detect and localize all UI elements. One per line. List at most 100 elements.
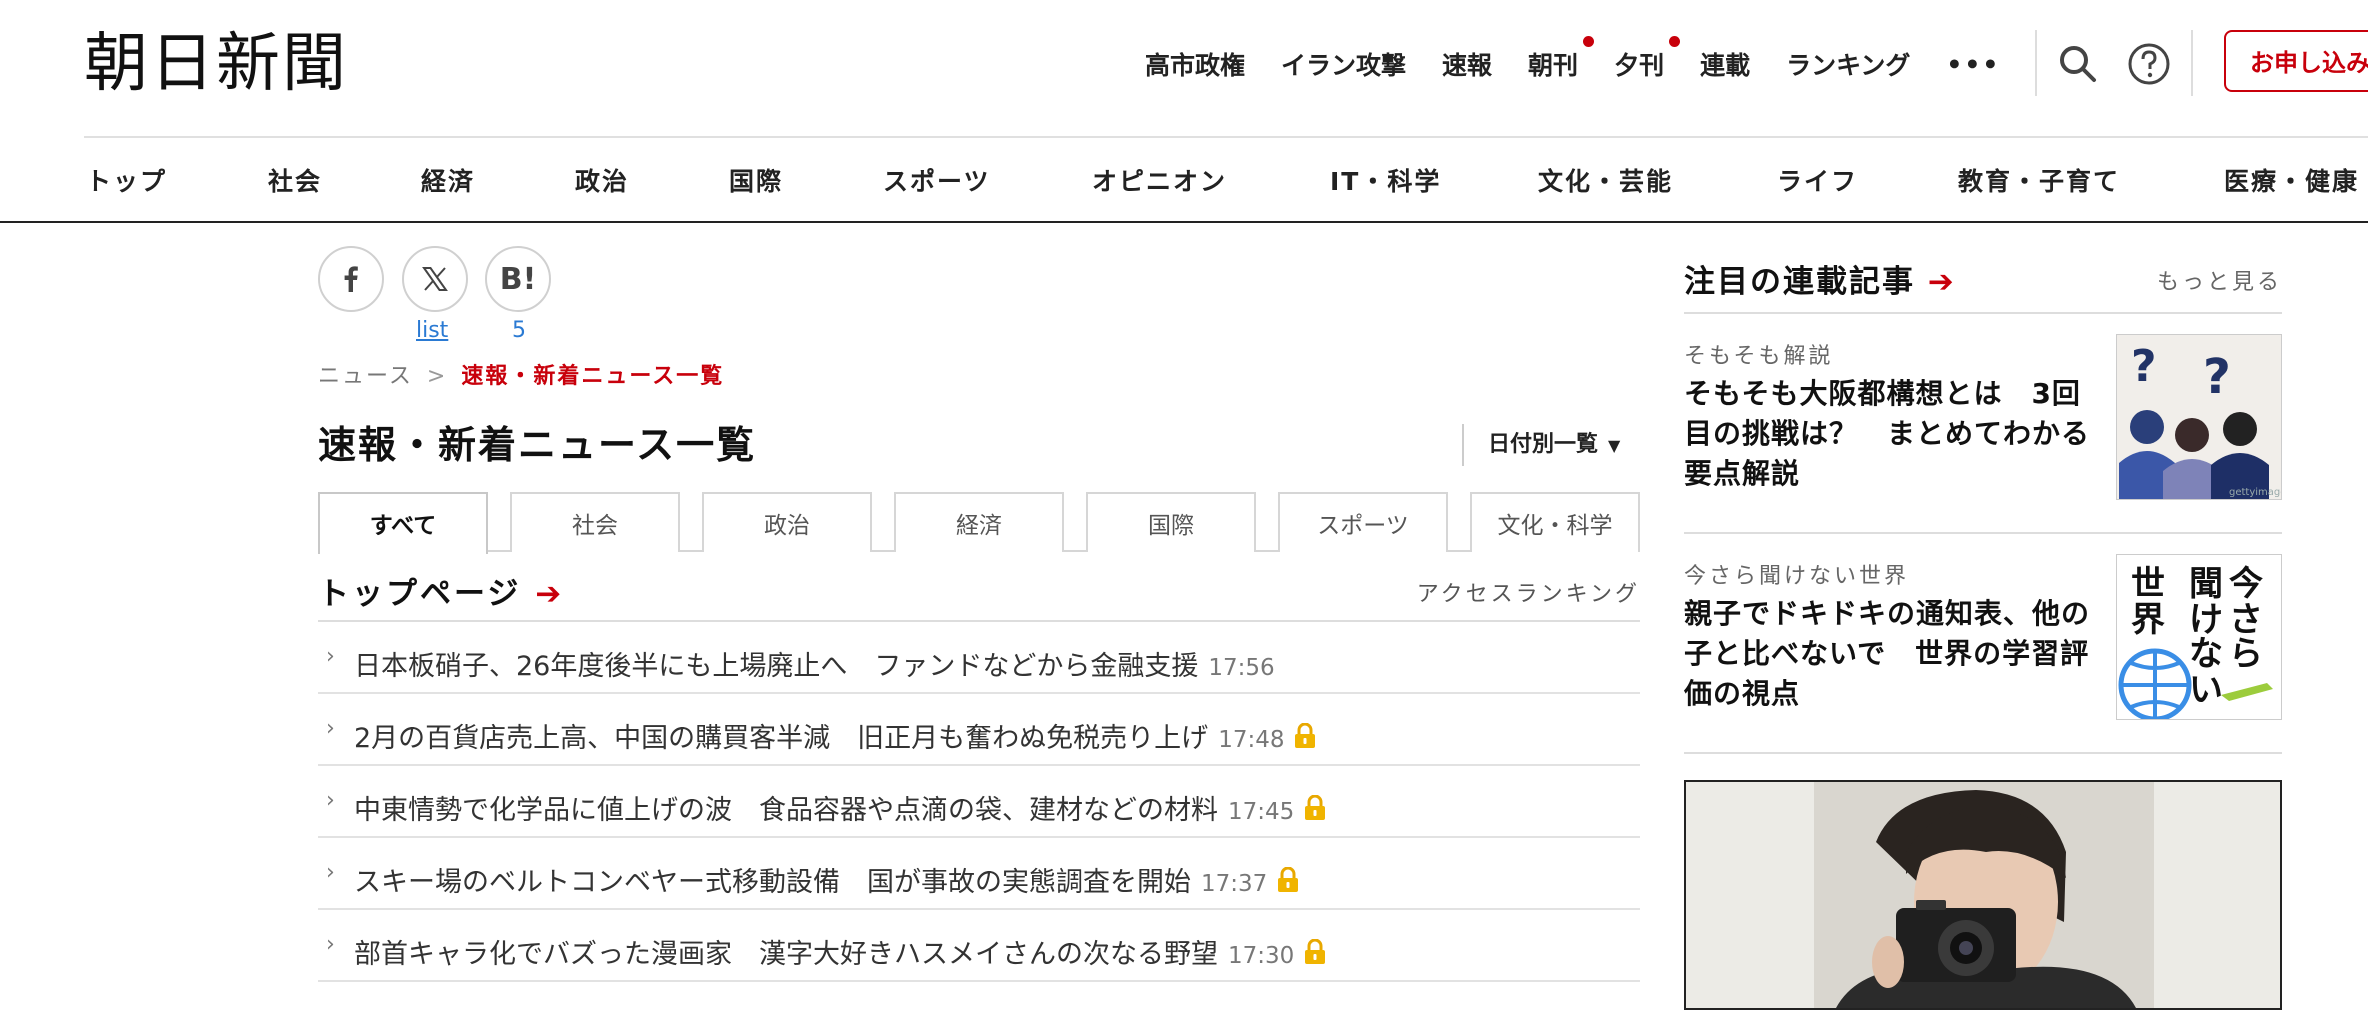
news-time: 17:30 xyxy=(1228,943,1295,969)
top-nav-item[interactable]: 連載 xyxy=(1700,46,1750,82)
svg-text:い: い xyxy=(2189,670,2223,710)
series-card[interactable]: そもそも解説 そもそも大阪都構想とは 3回目の挑戦は？ まとめてわかる要点解説 … xyxy=(1684,314,2282,534)
top-nav-item[interactable]: 朝刊 xyxy=(1528,36,1595,82)
series-card[interactable]: 今さら聞けない世界 親子でドキドキの通知表、他の子と比べないで 世界の学習評価の… xyxy=(1684,534,2282,754)
svg-text:gettyimages: gettyimages xyxy=(2229,487,2282,498)
sidebar-title-link[interactable]: 注目の連載記事 ➔ xyxy=(1684,256,1956,301)
chevron-right-icon: › xyxy=(326,932,335,957)
chevron-right-icon: › xyxy=(326,788,335,813)
news-item[interactable]: › 部首キャラ化でバズった漫画家 漢字大好きハスメイさんの次なる野望 17:30 xyxy=(318,910,1640,982)
date-list-dropdown[interactable]: 日付別一覧 ▼ xyxy=(1462,424,1620,466)
arrow-right-icon: ➔ xyxy=(1927,264,1956,300)
news-title: 日本板硝子、26年度後半にも上場廃止へ ファンドなどから金融支援 xyxy=(354,651,1199,682)
lock-icon xyxy=(1304,938,1326,972)
tab-economy[interactable]: 経済 xyxy=(894,492,1064,552)
news-list: › 日本板硝子、26年度後半にも上場廃止へ ファンドなどから金融支援 17:56 … xyxy=(318,622,1640,982)
more-menu-button[interactable]: ••• xyxy=(1946,50,2000,79)
category-tab[interactable]: 社会 xyxy=(268,162,322,198)
divider xyxy=(2191,30,2193,96)
svg-text:?: ? xyxy=(2203,349,2231,405)
news-time: 17:37 xyxy=(1201,871,1268,897)
category-tab[interactable]: 政治 xyxy=(575,162,629,198)
section-title-link[interactable]: トップページ ➔ xyxy=(318,568,564,613)
category-tab[interactable]: IT・科学 xyxy=(1330,162,1441,198)
sidebar-header: 注目の連載記事 ➔ もっと見る xyxy=(1684,246,2282,314)
category-tab[interactable]: スポーツ xyxy=(883,162,991,198)
series-headline: 親子でドキドキの通知表、他の子と比べないで 世界の学習評価の視点 xyxy=(1684,597,2091,710)
facebook-icon xyxy=(344,266,358,292)
site-logo[interactable]: 朝日新聞 xyxy=(84,22,348,106)
lock-icon xyxy=(1277,866,1299,900)
news-title: 部首キャラ化でバズった漫画家 漢字大好きハスメイさんの次なる野望 xyxy=(354,939,1218,970)
chevron-right-icon: › xyxy=(326,860,335,885)
divider xyxy=(0,221,2368,223)
news-title: スキー場のベルトコンベヤー式移動設備 国が事故の実態調査を開始 xyxy=(354,867,1191,898)
arrow-right-icon: ➔ xyxy=(535,576,565,612)
series-headline: そもそも大阪都構想とは 3回目の挑戦は？ まとめてわかる要点解説 xyxy=(1684,377,2091,490)
subscribe-button[interactable]: お申し込み xyxy=(2224,30,2368,92)
top-nav-item[interactable]: イラン攻撃 xyxy=(1281,46,1406,82)
category-tab[interactable]: 医療・健康 xyxy=(2224,162,2359,198)
section-header: トップページ ➔ アクセスランキング xyxy=(318,566,1640,622)
svg-text:界: 界 xyxy=(2131,600,2165,640)
svg-text:聞: 聞 xyxy=(2189,564,2223,604)
svg-text:?: ? xyxy=(2131,341,2157,392)
access-ranking-link[interactable]: アクセスランキング xyxy=(1417,576,1640,608)
breadcrumb: ニュース > 速報・新着ニュース一覧 xyxy=(318,358,724,390)
x-share-button[interactable] xyxy=(402,246,468,312)
category-tab[interactable]: ライフ xyxy=(1777,162,1858,198)
chevron-right-icon: › xyxy=(326,644,335,669)
news-time: 17:56 xyxy=(1208,655,1275,681)
ad-banner[interactable] xyxy=(1684,780,2282,1010)
caret-down-icon: ▼ xyxy=(1608,436,1621,455)
news-item[interactable]: › 日本板硝子、26年度後半にも上場廃止へ ファンドなどから金融支援 17:56 xyxy=(318,622,1640,694)
hatena-bookmark-button[interactable]: B! xyxy=(485,246,551,312)
date-list-label: 日付別一覧 xyxy=(1488,432,1599,457)
tab-society[interactable]: 社会 xyxy=(510,492,680,552)
new-indicator-dot xyxy=(1583,36,1595,47)
news-time: 17:48 xyxy=(1218,727,1285,753)
series-thumbnail: 今 さ ら 聞 け な い 世 界 xyxy=(2116,554,2282,720)
lock-icon xyxy=(1294,722,1316,756)
category-tab[interactable]: オピニオン xyxy=(1092,162,1227,198)
top-nav-item[interactable]: 速報 xyxy=(1442,46,1492,82)
svg-text:世: 世 xyxy=(2131,564,2165,604)
tab-politics[interactable]: 政治 xyxy=(702,492,872,552)
category-tab[interactable]: 経済 xyxy=(421,162,475,198)
category-tabs: すべて 社会 政治 経済 国際 スポーツ 文化・科学 xyxy=(318,492,1640,554)
news-item[interactable]: › 中東情勢で化学品に値上げの波 食品容器や点滴の袋、建材などの材料 17:45 xyxy=(318,766,1640,838)
divider xyxy=(2035,30,2037,96)
svg-text:ら: ら xyxy=(2229,634,2263,674)
news-item[interactable]: › 2月の百貨店売上高、中国の購買客半減 旧正月も奮わぬ免税売り上げ 17:48 xyxy=(318,694,1640,766)
top-nav-item[interactable]: 高市政権 xyxy=(1145,46,1245,82)
series-thumbnail: ? ? gettyimages xyxy=(2116,334,2282,500)
facebook-share-button[interactable] xyxy=(318,246,384,312)
tab-culture-science[interactable]: 文化・科学 xyxy=(1470,492,1640,552)
page-title: 速報・新着ニュース一覧 xyxy=(318,423,757,467)
news-item[interactable]: › スキー場のベルトコンベヤー式移動設備 国が事故の実態調査を開始 17:37 xyxy=(318,838,1640,910)
x-icon xyxy=(422,267,448,291)
top-nav-item[interactable]: 夕刊 xyxy=(1614,36,1681,82)
see-more-link[interactable]: もっと見る xyxy=(2157,264,2282,296)
help-icon[interactable] xyxy=(2125,40,2173,88)
svg-text:今: 今 xyxy=(2229,564,2263,604)
category-tab[interactable]: 教育・子育て xyxy=(1958,162,2120,198)
category-tab[interactable]: 文化・芸能 xyxy=(1538,162,1673,198)
x-share-count[interactable]: list xyxy=(416,318,448,343)
top-nav-item[interactable]: ランキング xyxy=(1786,46,1910,82)
series-name: そもそも解説 xyxy=(1684,344,1834,369)
site-header: 朝日新聞 高市政権 イラン攻撃 速報 朝刊 夕刊 連載 ランキング ••• お申… xyxy=(0,0,2368,136)
tab-international[interactable]: 国際 xyxy=(1086,492,1256,552)
tab-all[interactable]: すべて xyxy=(318,492,488,554)
category-tab[interactable]: 国際 xyxy=(729,162,783,198)
category-tab[interactable]: トップ xyxy=(86,162,167,198)
lock-icon xyxy=(1304,794,1326,828)
hatena-icon: B! xyxy=(499,261,537,297)
chevron-right-icon: › xyxy=(326,716,335,741)
svg-text:な: な xyxy=(2189,634,2223,674)
breadcrumb-current: 速報・新着ニュース一覧 xyxy=(461,364,725,389)
news-title: 中東情勢で化学品に値上げの波 食品容器や点滴の袋、建材などの材料 xyxy=(354,795,1218,826)
search-icon[interactable] xyxy=(2054,40,2102,88)
breadcrumb-link[interactable]: ニュース xyxy=(318,364,413,389)
tab-sports[interactable]: スポーツ xyxy=(1278,492,1448,552)
